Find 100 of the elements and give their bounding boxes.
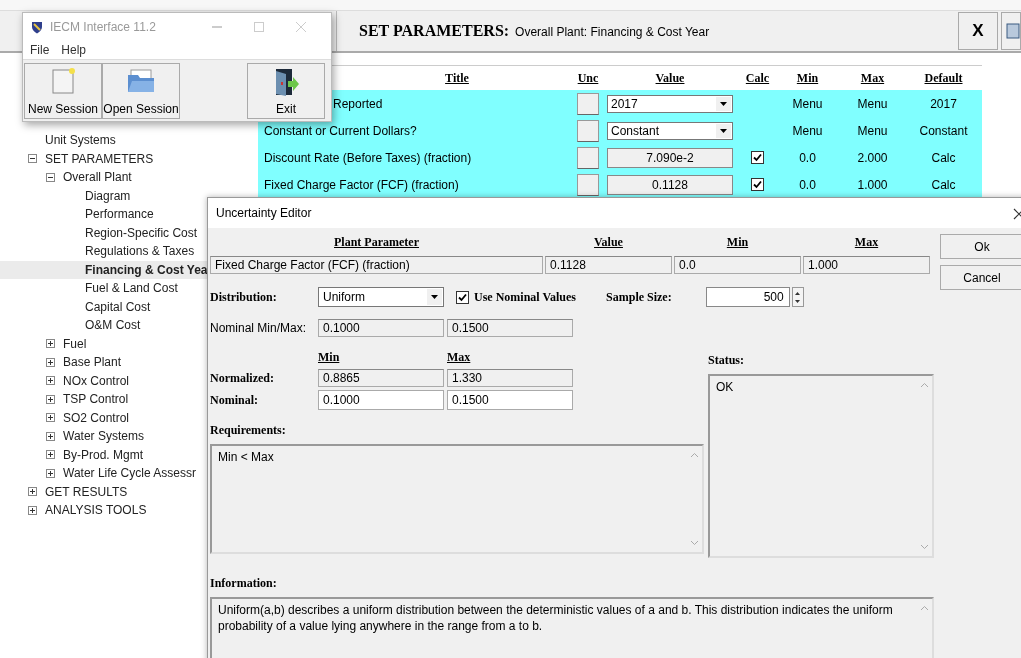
collapse-icon[interactable] [28, 154, 37, 164]
parameter-field: 0.0 [674, 256, 801, 274]
tree-item[interactable]: Base Plant [0, 353, 256, 372]
column-header: Max [447, 349, 472, 365]
table-cell-text: Menu [856, 96, 889, 111]
column-header: Min [725, 235, 750, 250]
table-cell-text: Menu [856, 123, 889, 138]
table-cell-text: 2017 [929, 96, 958, 111]
document-icon [1006, 23, 1020, 39]
menu-item[interactable]: Help [61, 43, 87, 57]
value-field: 7.090e-2 [607, 147, 733, 168]
toolbar-button[interactable]: Exit [247, 63, 325, 119]
nominal-field: 0.1000 [318, 319, 444, 337]
window-title: IECM Interface 11.2 [50, 20, 157, 34]
column-header: Max [859, 70, 886, 86]
expand-icon[interactable] [46, 339, 55, 349]
expand-icon[interactable] [46, 468, 55, 478]
column-header: Value [593, 235, 624, 250]
checkbox[interactable] [456, 290, 469, 304]
dialog-button[interactable]: Ok [940, 234, 1021, 259]
requirements-text: Min < Max [217, 449, 275, 466]
uncertainty-button[interactable] [577, 92, 599, 115]
expand-icon[interactable] [46, 394, 55, 404]
table-cell-text: Menu [791, 123, 824, 138]
uncertainty-button[interactable] [577, 146, 599, 169]
parameter-title: Reported [333, 96, 383, 111]
expand-icon[interactable] [46, 357, 55, 367]
table-cell-text: Calc [930, 177, 957, 192]
section-label: Status: [708, 353, 745, 368]
column-header: Value [654, 70, 686, 86]
section-label: Requirements: [210, 423, 287, 438]
expand-icon[interactable] [46, 413, 55, 423]
normalized-field: 1.330 [447, 369, 573, 387]
table-cell-text: Calc [930, 150, 957, 165]
distribution-dropdown[interactable]: Uniform [318, 287, 444, 307]
new-file-icon [50, 67, 76, 95]
toolbar-button[interactable] [1001, 12, 1021, 50]
expand-icon[interactable] [28, 487, 37, 497]
input-field[interactable]: 0.1000 [318, 390, 444, 410]
value-dropdown[interactable]: Constant [607, 121, 733, 140]
tree-item[interactable]: GET RESULTS [0, 482, 256, 501]
section-label: Information: [210, 576, 278, 591]
field-label: Distribution: [210, 289, 278, 305]
table-cell-text: 0.0 [798, 150, 817, 165]
section-title: SET PARAMETERS: [359, 22, 510, 40]
table-cell-text: 0.0 [798, 177, 817, 192]
tree-item[interactable]: Fuel [0, 334, 256, 353]
column-header: Title [445, 70, 469, 86]
column-header: Default [923, 70, 964, 86]
expand-icon[interactable] [28, 505, 37, 515]
dialog-button[interactable]: Cancel [940, 265, 1021, 290]
parameter-title: Constant or Current Dollars? [264, 123, 417, 138]
parameter-title: Fixed Charge Factor (FCF) (fraction) [264, 177, 459, 192]
input-field[interactable]: 0.1500 [447, 390, 573, 410]
caret-icon [716, 96, 731, 111]
tree-item[interactable]: SET PARAMETERS [0, 149, 256, 168]
spin-control[interactable] [791, 287, 804, 307]
expand-icon[interactable] [46, 431, 55, 441]
field-label: Nominal Min/Max: [210, 321, 308, 335]
uncertainty-button[interactable] [577, 173, 599, 196]
table-cell-text: 1.000 [856, 177, 889, 192]
information-text: Uniform(a,b) describes a uniform distribution between the deterministic values of a and b. This distribution indicates the uniform probability of a value lying anywhere in the range from a to b. [217, 602, 894, 635]
uncertainty-button[interactable] [577, 119, 599, 142]
nominal-field: 0.1500 [447, 319, 573, 337]
calc-checkbox[interactable] [751, 151, 764, 164]
field-label: Normalized: [210, 370, 275, 386]
field-label: Sample Size: [606, 289, 672, 305]
spin-down-icon[interactable] [793, 297, 803, 306]
menu-item[interactable]: File [30, 43, 50, 57]
calc-checkbox[interactable] [751, 178, 764, 191]
toolbar-button[interactable]: New Session [24, 63, 102, 119]
close-button[interactable]: X [958, 12, 998, 50]
column-header: Min [795, 70, 820, 86]
expand-icon[interactable] [46, 376, 55, 386]
table-cell-text: 2.000 [856, 150, 889, 165]
tree-item[interactable]: Overall Plant [0, 168, 256, 187]
table-cell-text: Menu [791, 96, 824, 111]
field-label: Nominal: [210, 392, 259, 408]
parameter-field: 1.000 [803, 256, 930, 274]
column-header: Unc [576, 70, 600, 86]
collapse-icon[interactable] [46, 172, 55, 182]
expand-icon[interactable] [46, 450, 55, 460]
checkbox-label: Use Nominal Values [474, 289, 577, 305]
shield-icon [30, 20, 44, 34]
normalized-field: 0.8865 [318, 369, 444, 387]
caret-icon [716, 123, 731, 138]
parameter-title: Discount Rate (Before Taxes) (fraction) [264, 150, 472, 165]
section-subtitle: Overall Plant: Financing & Cost Year [515, 25, 710, 39]
parameter-field: 0.1128 [545, 256, 672, 274]
column-header: Min [318, 349, 341, 365]
tree-item[interactable]: ANALYSIS TOOLS [0, 501, 256, 520]
tree-item[interactable]: Unit Systems [0, 131, 256, 150]
value-dropdown[interactable]: 2017 [607, 94, 733, 113]
sample-size-field[interactable]: 500 [705, 287, 790, 307]
tree-item[interactable]: Water Life Cycle Assessr [0, 464, 256, 483]
toolbar-button[interactable]: Open Session [102, 63, 180, 119]
tree-item[interactable]: Diagram [0, 186, 256, 205]
table-cell-text: Constant [918, 123, 969, 138]
dialog-title: Uncertainty Editor [216, 206, 312, 220]
close-icon[interactable] [1013, 208, 1021, 220]
